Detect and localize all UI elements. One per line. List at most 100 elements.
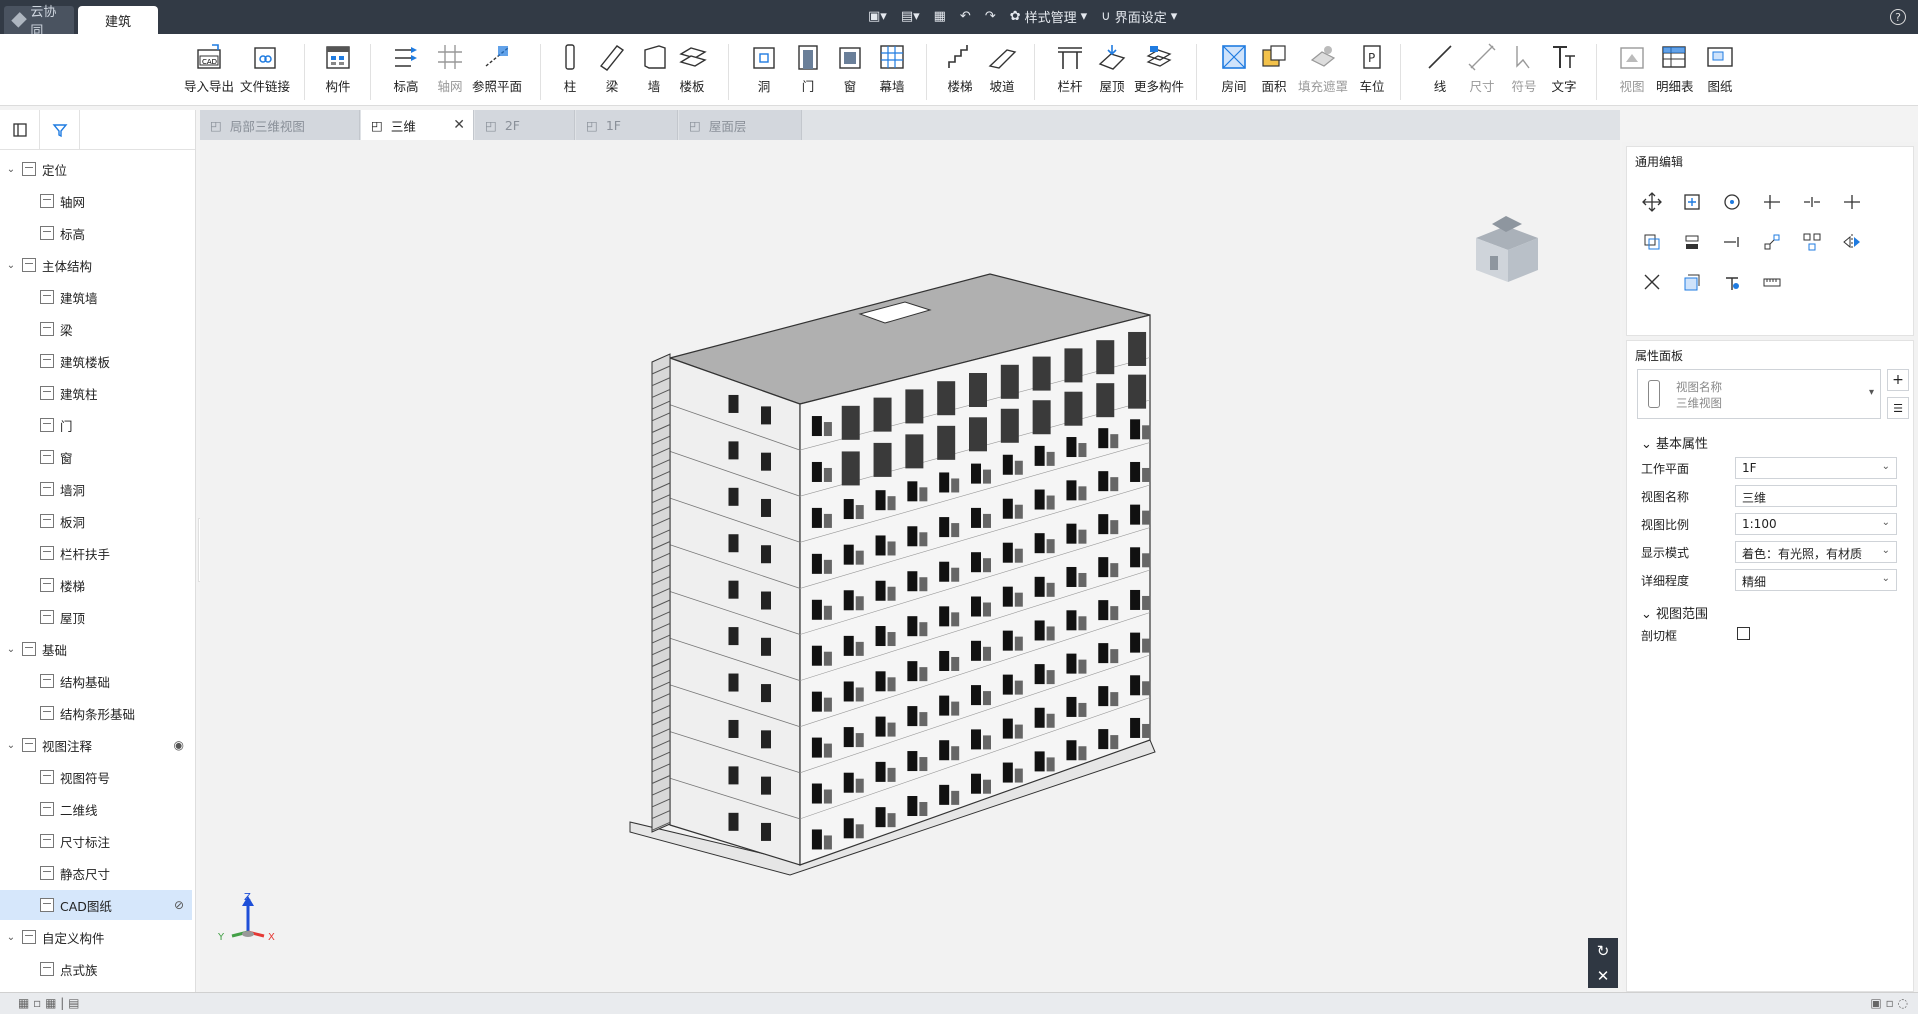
ramp-button[interactable]: 坡道 — [986, 38, 1018, 95]
property-field[interactable]: 1:100 ⌄ — [1735, 513, 1897, 535]
tree-group[interactable]: ⌄ 主体结构 — [0, 250, 192, 280]
slab-button[interactable]: 楼板 — [676, 38, 708, 95]
tree-item[interactable]: 结构条形基础 — [0, 698, 192, 728]
save-icon[interactable]: ▦ — [934, 9, 946, 24]
tree-item[interactable]: 静态尺寸 — [0, 858, 192, 888]
railing-button[interactable]: 栏杆 — [1054, 38, 1086, 95]
property-field[interactable]: 1F ⌄ — [1735, 457, 1897, 479]
view-range-header[interactable]: ⌄ 视图范围 — [1641, 603, 1708, 622]
delete-icon[interactable] — [1639, 269, 1665, 295]
view-button[interactable]: 视图 — [1616, 38, 1648, 95]
mirror-icon[interactable] — [1839, 229, 1865, 255]
ref-plane-button[interactable]: 参照平面 — [472, 38, 522, 95]
tab-local-3d[interactable]: ◰ 局部三维视图 — [200, 110, 360, 140]
align-icon[interactable] — [1679, 229, 1705, 255]
undo-icon[interactable]: ↶ — [960, 9, 971, 24]
level-button[interactable]: 标高 — [390, 38, 422, 95]
parking-button[interactable]: P 车位 — [1356, 38, 1388, 95]
chevron-down-icon[interactable]: ⌄ — [4, 740, 18, 751]
property-field[interactable]: 三维 — [1735, 485, 1897, 507]
tab-cloud-collab[interactable]: 云协同 — [4, 5, 74, 39]
reset-view-icon[interactable]: ↻ — [1597, 942, 1610, 960]
grid-button[interactable]: 轴网 — [434, 38, 466, 95]
trim-icon[interactable] — [1759, 189, 1785, 215]
chevron-down-icon[interactable]: ⌄ — [4, 260, 18, 271]
tree-item[interactable]: 门 — [0, 410, 192, 440]
view-cube-icon[interactable] — [1462, 212, 1552, 292]
extend-icon[interactable] — [1839, 189, 1865, 215]
tree-item[interactable]: 墙洞 — [0, 474, 192, 504]
building-3d-model[interactable] — [200, 140, 1620, 992]
column-button[interactable]: 柱 — [554, 38, 586, 95]
tab-roof-level[interactable]: ◰ 屋面层 — [679, 110, 802, 140]
split-icon[interactable] — [1799, 189, 1825, 215]
area-button[interactable]: 面积 — [1258, 38, 1290, 95]
ui-settings-menu[interactable]: ∪ 界面设定 ▾ — [1101, 7, 1177, 26]
layout-grid-icon[interactable]: ▦ ▫ ▦ | ▤ — [18, 996, 79, 1010]
drawing-button[interactable]: 图纸 — [1704, 38, 1736, 95]
door-button[interactable]: 门 — [792, 38, 824, 95]
tree-item[interactable]: CAD图纸 ⊘ — [0, 890, 192, 920]
tab-2f[interactable]: ◰ 2F — [475, 110, 575, 140]
copy-icon[interactable] — [1679, 189, 1705, 215]
open-file-icon[interactable]: ▤▾ — [901, 9, 920, 24]
status-tools-icon[interactable]: ▣ ▫ ◌ — [1870, 996, 1908, 1010]
tree-item[interactable]: 建筑柱 — [0, 378, 192, 408]
basic-props-header[interactable]: ⌄ 基本属性 — [1641, 433, 1708, 452]
symbol-button[interactable]: 符号 — [1508, 38, 1540, 95]
tree-group[interactable]: ⌄ 基础 — [0, 634, 192, 664]
property-field[interactable]: 着色：有光照，有材质 ⌄ — [1735, 541, 1897, 563]
tree-item[interactable]: 板洞 — [0, 506, 192, 536]
tree-item[interactable]: 建筑楼板 — [0, 346, 192, 376]
tree-group[interactable]: ⌄ 自定义构件 — [0, 922, 192, 952]
close-icon[interactable]: ✕ — [453, 117, 465, 133]
tree-item[interactable]: 栏杆扶手 — [0, 538, 192, 568]
filter-icon[interactable] — [40, 109, 80, 150]
tree-item[interactable]: 梁 — [0, 314, 192, 344]
component-button[interactable]: 构件 — [322, 38, 354, 95]
chevron-down-icon[interactable]: ⌄ — [4, 932, 18, 943]
tree-item[interactable]: 结构基础 — [0, 666, 192, 696]
beam-button[interactable]: 梁 — [596, 38, 628, 95]
add-icon[interactable]: + — [1887, 369, 1909, 391]
chevron-down-icon[interactable]: ⌄ — [4, 164, 18, 175]
schedule-button[interactable]: 明细表 — [1656, 38, 1694, 95]
window-button[interactable]: 窗 — [834, 38, 866, 95]
text-button[interactable]: 文字 — [1548, 38, 1580, 95]
visibility-eye-icon[interactable]: ◉ — [174, 738, 184, 752]
hole-button[interactable]: 洞 — [748, 38, 780, 95]
help-icon[interactable]: ? — [1890, 9, 1906, 25]
tree-item[interactable]: 点式族 — [0, 954, 192, 984]
tree-item[interactable]: 窗 — [0, 442, 192, 472]
tree-group[interactable]: ⌄ 定位 — [0, 154, 192, 184]
tab-1f[interactable]: ◰ 1F — [576, 110, 678, 140]
tree-item[interactable]: 屋顶 — [0, 602, 192, 632]
new-file-icon[interactable]: ▣▾ — [868, 9, 887, 24]
close-icon[interactable]: ✕ — [1597, 967, 1610, 985]
move-icon[interactable] — [1639, 189, 1665, 215]
3d-viewport[interactable]: Z X Y — [200, 140, 1620, 992]
tab-3d[interactable]: ◰ 三维 ✕ — [361, 110, 474, 140]
view-type-selector[interactable]: 视图名称 三维视图 ▾ — [1637, 369, 1881, 419]
property-field[interactable]: 精细 ⌄ — [1735, 569, 1897, 591]
import-export-button[interactable]: CAD 导入导出 — [184, 38, 234, 95]
rotate-icon[interactable] — [1719, 189, 1745, 215]
join-icon[interactable] — [1719, 229, 1745, 255]
line-button[interactable]: 线 — [1424, 38, 1456, 95]
tree-item[interactable]: 视图符号 — [0, 762, 192, 792]
tree-item[interactable]: 轴网 — [0, 186, 192, 216]
tree-item[interactable]: 建筑墙 — [0, 282, 192, 312]
measure-icon[interactable] — [1759, 269, 1785, 295]
dimension-button[interactable]: 尺寸 — [1466, 38, 1498, 95]
tree-item[interactable]: 楼梯 — [0, 570, 192, 600]
tab-architecture[interactable]: 建筑 — [78, 6, 158, 34]
curtain-wall-button[interactable]: 幕墙 — [876, 38, 908, 95]
tree-item[interactable]: 二维线 — [0, 794, 192, 824]
scale-icon[interactable] — [1679, 269, 1705, 295]
chevron-down-icon[interactable]: ⌄ — [4, 644, 18, 655]
array-icon[interactable] — [1759, 229, 1785, 255]
section-box-checkbox[interactable] — [1737, 627, 1750, 640]
fill-mask-button[interactable]: 填充遮罩 — [1298, 38, 1348, 95]
offset-icon[interactable] — [1639, 229, 1665, 255]
visibility-eye-icon[interactable]: ⊘ — [174, 898, 184, 912]
